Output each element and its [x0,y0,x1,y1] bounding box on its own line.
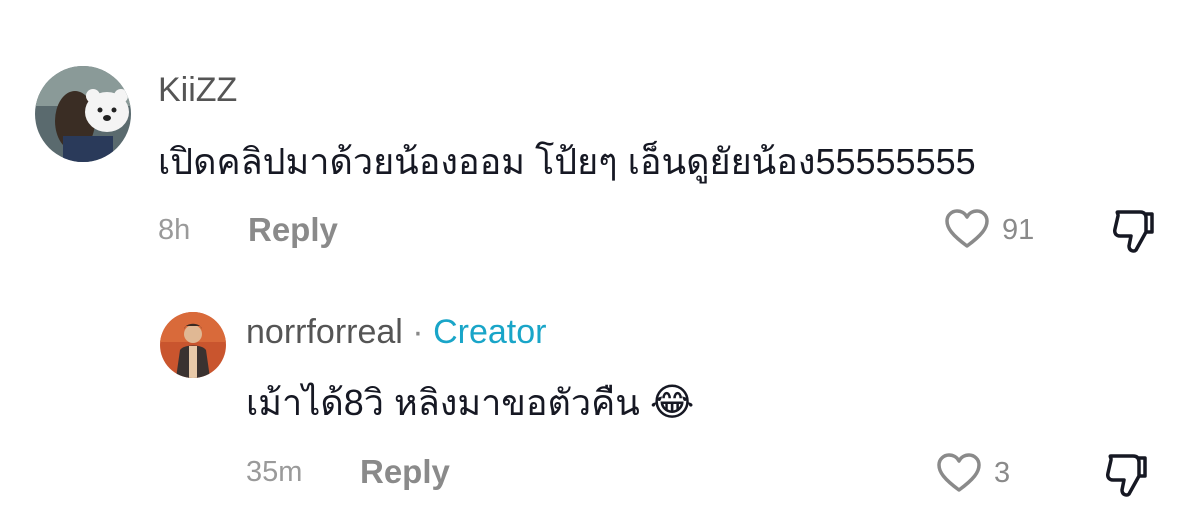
avatar-image [160,312,226,378]
reply-timestamp: 35m [246,456,303,488]
like-count: 3 [994,457,1011,489]
heart-icon[interactable] [936,452,982,494]
avatar[interactable] [160,312,226,378]
creator-badge: Creator [433,313,547,351]
reply-text: เม้าได้8วิ หลิงมาขอตัวคืน [246,382,640,423]
reply-button[interactable]: Reply [360,452,450,492]
dislike-icon[interactable] [1103,452,1149,498]
reply-item: norrforreal · Creator เม้าได้8วิ หลิงมาข… [0,0,1200,524]
separator-dot: · [412,313,424,351]
reply-username-row: norrforreal · Creator [246,312,546,352]
reply-username[interactable]: norrforreal [246,313,403,351]
laughing-emoji-icon: 😂 [649,382,695,424]
reply-text-row: เม้าได้8วิ หลิงมาขอตัวคืน 😂 [246,381,694,425]
